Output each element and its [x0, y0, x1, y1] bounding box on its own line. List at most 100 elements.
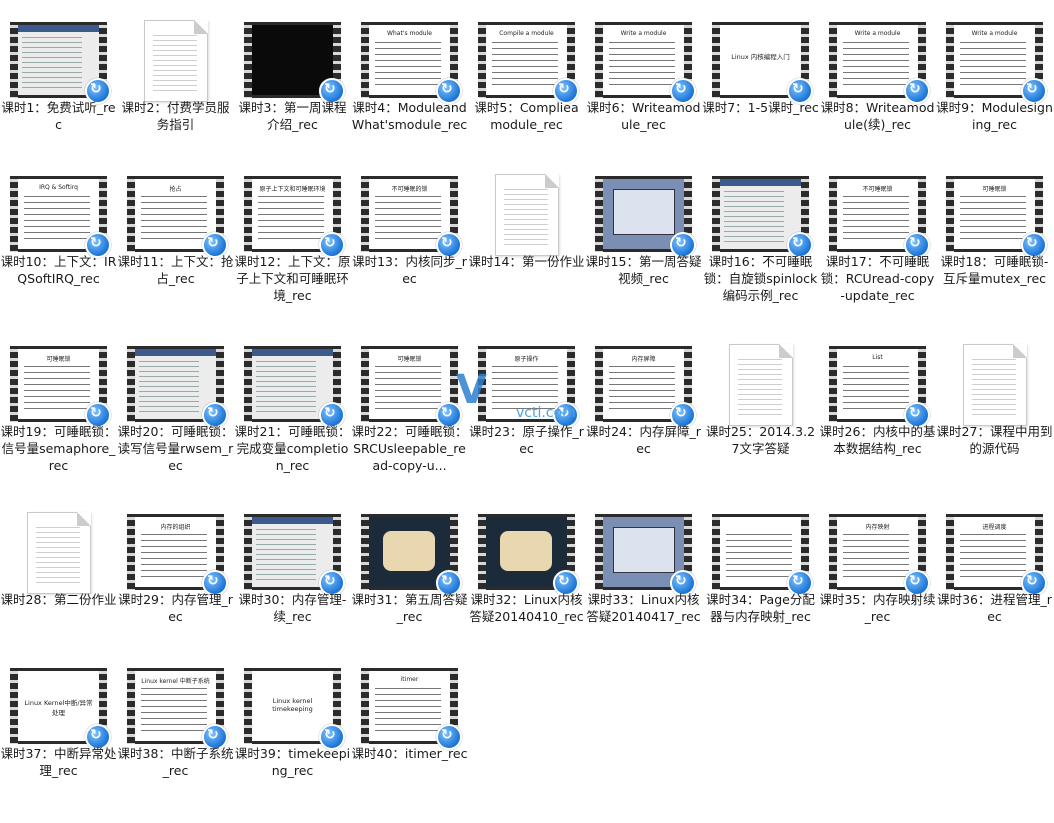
- video-icon: 可睡眠锁: [361, 346, 462, 428]
- file-item[interactable]: 课时3：第一周课程介绍_rec: [234, 10, 351, 177]
- video-icon: List: [829, 346, 930, 428]
- file-item[interactable]: IRQ & Softirq 课时10：上下文：IRQSoftIRQ_rec: [0, 164, 117, 331]
- file-thumbnail: 不可睡眠锁: [829, 176, 930, 258]
- file-name-label: 课时26：内核中的基本数据结构_rec: [819, 424, 936, 456]
- file-thumbnail: itimer: [361, 668, 462, 750]
- video-icon: Compile a module: [478, 22, 579, 104]
- file-item[interactable]: 课时27：课程中用到的源代码: [936, 334, 1053, 501]
- file-item[interactable]: 课时33：Linux内核答疑20140417_rec: [585, 502, 702, 669]
- file-item[interactable]: 内存映射课时35：内存映射续_rec: [819, 502, 936, 669]
- video-icon: Write a module: [946, 22, 1047, 104]
- file-item[interactable]: Linux kernel timekeeping 课时39：timekeeping…: [234, 656, 351, 823]
- video-icon: [712, 176, 813, 258]
- video-icon: 不可睡眠锁: [829, 176, 930, 258]
- slide-title: 内存的组织: [160, 524, 191, 531]
- video-icon: What's module: [361, 22, 462, 104]
- file-item[interactable]: 可睡眠锁课时19：可睡眠锁：信号量semaphore_rec: [0, 334, 117, 501]
- file-name-label: 课时12：上下文：原子上下文和可睡眠环境_rec: [234, 254, 351, 303]
- file-name-label: 课时13：内核同步_rec: [352, 254, 467, 286]
- video-icon: [244, 346, 345, 428]
- file-item[interactable]: 课时32：Linux内核答疑20140410_rec: [468, 502, 585, 669]
- file-name-label: 课时11：上下文：抢占_rec: [117, 254, 234, 286]
- file-item[interactable]: 内存的组织课时29：内存管理_rec: [117, 502, 234, 669]
- file-thumbnail: Linux Kernel中断/异常处理: [10, 668, 111, 750]
- file-item[interactable]: 课时31：第五周答疑_rec: [351, 502, 468, 669]
- file-item[interactable]: 抢占课时11：上下文：抢占_rec: [117, 164, 234, 331]
- file-name-label: 课时38：中断子系统_rec: [117, 746, 234, 778]
- file-item[interactable]: Write a module 课时9：Modulesigning_rec: [936, 10, 1053, 177]
- file-thumbnail: What's module: [361, 22, 462, 104]
- file-item[interactable]: 课时2：付费学员服务指引: [117, 10, 234, 177]
- video-icon: 内存屏障: [595, 346, 696, 428]
- file-name-label: 课时22：可睡眠锁：SRCUsleepable_read-copy-u...: [351, 424, 468, 473]
- file-name-label: 课时4：ModuleandWhat'smodule_rec: [351, 100, 468, 132]
- file-name-label: 课时5：Compliea module_rec: [474, 100, 579, 132]
- file-item[interactable]: What's module 课时4：ModuleandWhat'smodule_r…: [351, 10, 468, 177]
- file-name-label: 课时25：2014.3.27文字答疑: [705, 424, 816, 456]
- file-item[interactable]: 课时16：不可睡眠锁：自旋锁spinlock编码示例_rec: [702, 164, 819, 331]
- file-thumbnail: 内存映射: [829, 514, 930, 596]
- file-item[interactable]: 课时25：2014.3.27文字答疑: [702, 334, 819, 501]
- file-name-label: 课时27：课程中用到的源代码: [936, 424, 1053, 456]
- file-thumbnail: [10, 22, 111, 104]
- file-item[interactable]: 课时21：可睡眠锁：完成变量completion_rec: [234, 334, 351, 501]
- file-thumbnail: [361, 514, 462, 596]
- file-item[interactable]: Linux 内核编程入门课时7：1-5课时_rec: [702, 10, 819, 177]
- file-item[interactable]: 课时1：免费试听_rec: [0, 10, 117, 177]
- file-item[interactable]: 不可睡眠锁课时17：不可睡眠锁：RCUread-copy-update_rec: [819, 164, 936, 331]
- file-name-label: 课时28：第二份作业: [0, 592, 117, 607]
- file-item[interactable]: 不可睡眠的锁课时13：内核同步_rec: [351, 164, 468, 331]
- file-item[interactable]: 课时30：内存管理-续_rec: [234, 502, 351, 669]
- file-item[interactable]: Linux Kernel中断/异常处理课时37：中断异常处理_rec: [0, 656, 117, 823]
- video-icon: 进程调度: [946, 514, 1047, 596]
- file-thumbnail: 不可睡眠的锁: [361, 176, 462, 258]
- file-name-label: 课时6：Writeamodule_rec: [586, 100, 701, 132]
- video-icon: [595, 514, 696, 596]
- file-item[interactable]: Write a module 课时6：Writeamodule_rec: [585, 10, 702, 177]
- file-item[interactable]: List 课时26：内核中的基本数据结构_rec: [819, 334, 936, 501]
- file-item[interactable]: Write a module 课时8：Writeamodule(续)_rec: [819, 10, 936, 177]
- file-item[interactable]: 课时20：可睡眠锁：读写信号量rwsem_rec: [117, 334, 234, 501]
- file-name-label: 课时24：内存屏障_rec: [586, 424, 701, 456]
- file-thumbnail: 内存的组织: [127, 514, 228, 596]
- file-item[interactable]: 课时14：第一份作业: [468, 164, 585, 331]
- file-item[interactable]: 课时15：第一周答疑视频_rec: [585, 164, 702, 331]
- video-icon: Linux Kernel中断/异常处理: [10, 668, 111, 750]
- slide-title: 抢占: [169, 186, 182, 193]
- slide-title: Linux Kernel中断/异常处理: [24, 699, 93, 717]
- file-thumbnail: [712, 344, 809, 426]
- file-thumbnail: 可睡眠锁: [10, 346, 111, 428]
- document-icon: [144, 20, 208, 102]
- file-item[interactable]: 原子上下文和可睡眠环境课时12：上下文：原子上下文和可睡眠环境_rec: [234, 164, 351, 331]
- slide-title: Write a module: [620, 30, 667, 37]
- file-item[interactable]: Compile a module 课时5：Compliea module_rec: [468, 10, 585, 177]
- file-thumbnail: 内存屏障: [595, 346, 696, 428]
- file-thumbnail: Linux kernel timekeeping: [244, 668, 345, 750]
- file-name-label: 课时39：timekeeping_rec: [234, 746, 351, 778]
- file-name-label: 课时20：可睡眠锁：读写信号量rwsem_rec: [117, 424, 234, 473]
- file-item[interactable]: 可睡眠锁课时18：可睡眠锁-互斥量mutex_rec: [936, 164, 1053, 331]
- file-thumbnail: Write a module: [829, 22, 930, 104]
- file-item[interactable]: 课时28：第二份作业: [0, 502, 117, 669]
- file-item[interactable]: 课时34：Page分配器与内存映射_rec: [702, 502, 819, 669]
- video-icon: [10, 22, 111, 104]
- file-item[interactable]: 可睡眠锁课时22：可睡眠锁：SRCUsleepable_read-copy-u.…: [351, 334, 468, 501]
- file-thumbnail: Compile a module: [478, 22, 579, 104]
- file-name-label: 课时19：可睡眠锁：信号量semaphore_rec: [0, 424, 117, 473]
- file-item[interactable]: 进程调度课时36：进程管理_rec: [936, 502, 1053, 669]
- file-thumbnail: [712, 514, 813, 596]
- file-item[interactable]: Linux kernel 中断子系统课时38：中断子系统_rec: [117, 656, 234, 823]
- slide-title: IRQ & Softirq: [39, 184, 78, 191]
- slide-title: 原子上下文和可睡眠环境: [259, 186, 326, 193]
- video-icon: [361, 514, 462, 596]
- file-name-label: 课时30：内存管理-续_rec: [238, 592, 347, 624]
- video-icon: Write a module: [829, 22, 930, 104]
- file-thumbnail: [478, 514, 579, 596]
- video-icon: itimer: [361, 668, 462, 750]
- file-item[interactable]: itimer 课时40：itimer_rec: [351, 656, 468, 823]
- file-name-label: 课时29：内存管理_rec: [118, 592, 233, 624]
- file-name-label: 课时33：Linux内核答疑20140417_rec: [586, 592, 701, 624]
- file-item[interactable]: 内存屏障课时24：内存屏障_rec: [585, 334, 702, 501]
- slide-title: Linux 内核编程入门: [731, 53, 790, 61]
- video-icon: IRQ & Softirq: [10, 176, 111, 258]
